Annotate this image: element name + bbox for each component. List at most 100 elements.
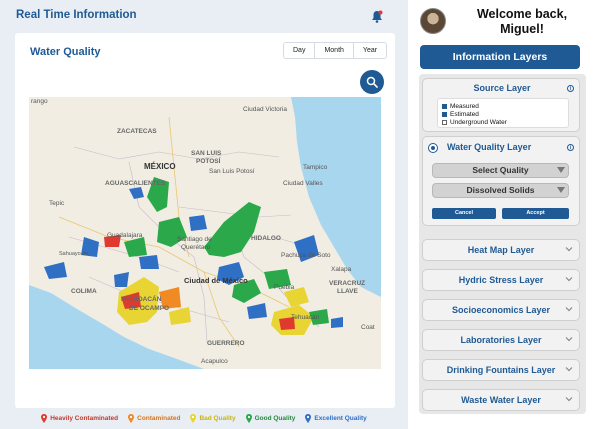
socioeconomics-layer[interactable]: Socioeconomics Layer — [422, 299, 580, 321]
source-option-measured[interactable]: Measured — [442, 102, 564, 110]
welcome-message: Welcome back, Miguel! — [452, 7, 592, 37]
map-label: MICHOACÁN — [121, 294, 162, 303]
layer-radio[interactable] — [428, 143, 438, 153]
parameter-dropdown[interactable]: Dissolved Solids — [432, 183, 569, 198]
drinking-fountains-layer[interactable]: Drinking Fountains Layer — [422, 359, 580, 381]
source-option-underground-water[interactable]: Underground Water — [442, 118, 564, 126]
waste-water-layer[interactable]: Waste Water Layer — [422, 389, 580, 411]
map-label: Ciudad de México — [184, 276, 248, 285]
water-quality-layer-title: Water Quality Layer — [447, 142, 532, 152]
map-label: Tehuacán — [291, 314, 320, 321]
map-label: GUERRERO — [207, 340, 245, 347]
map-label: San Luis Potosí — [209, 168, 255, 175]
map-search-button[interactable] — [360, 70, 384, 94]
source-layer-title: Source Layer — [473, 83, 531, 93]
source-option-estimated[interactable]: Estimated — [442, 110, 564, 118]
legend-label: Excellent Quality — [314, 415, 367, 422]
heat-map-layer[interactable]: Heat Map Layer — [422, 239, 580, 261]
map-legend: Heavily Contaminated Contaminated Bad Qu… — [0, 408, 408, 429]
notification-bell-icon[interactable] — [371, 10, 383, 23]
map-label: Tepic — [49, 200, 65, 207]
chevron-down-icon — [565, 307, 573, 312]
hydric-stress-layer[interactable]: Hydric Stress Layer — [422, 269, 580, 291]
legend-item-heavily-contaminated: Heavily Contaminated — [41, 414, 118, 423]
map-label: rango — [31, 98, 48, 105]
layer-label: Waste Water Layer — [461, 395, 541, 405]
user-name: Miguel! — [500, 22, 544, 36]
layer-label: Heat Map Layer — [467, 245, 535, 255]
map-label: Tampico — [303, 164, 328, 171]
legend-item-contaminated: Contaminated — [128, 414, 180, 423]
source-layer-box: Source Layer i Measured Estimated Underg… — [422, 78, 580, 132]
map-pin-icon — [41, 414, 48, 423]
map-label: HIDALGO — [251, 235, 281, 242]
right-panel: Welcome back, Miguel! Information Layers… — [408, 0, 600, 429]
map-label: Puebla — [274, 284, 295, 291]
chevron-down-icon — [565, 397, 573, 402]
cancel-button[interactable]: Cancel — [432, 208, 496, 219]
chevron-down-icon — [565, 277, 573, 282]
map-label: LLAVE — [337, 288, 358, 295]
checkbox[interactable] — [442, 111, 447, 117]
map-label: Guadalajara — [107, 232, 143, 239]
layer-label: Drinking Fountains Layer — [446, 365, 556, 375]
accept-button[interactable]: Accept — [502, 208, 569, 219]
checkbox[interactable] — [442, 103, 447, 109]
select-quality-dropdown[interactable]: Select Quality — [432, 163, 569, 178]
map-label: Sahuayo de — [59, 251, 88, 257]
map-label: Querétaro — [181, 244, 211, 251]
map-label: Xalapa — [331, 266, 352, 273]
chevron-down-icon — [565, 337, 573, 342]
welcome-line: Welcome back, — [476, 7, 568, 21]
water-quality-card: Water Quality Day Month Year rango Ciuda… — [15, 33, 395, 408]
map-label: SAN LUIS — [191, 150, 222, 157]
legend-item-excellent-quality: Excellent Quality — [305, 414, 367, 423]
search-icon — [366, 76, 378, 88]
map-label: MÉXICO — [144, 162, 176, 171]
map-label: Ciudad Victoria — [243, 106, 287, 113]
range-month-button[interactable]: Month — [315, 43, 354, 58]
map-pin-icon — [305, 414, 312, 423]
option-label: Estimated — [450, 110, 479, 118]
map-pin-icon — [190, 414, 197, 423]
avatar[interactable] — [420, 8, 446, 34]
layer-label: Hydric Stress Layer — [458, 275, 544, 285]
map-canvas: rango Ciudad Victoria ZACATECAS MÉXICO S… — [29, 97, 381, 369]
range-year-button[interactable]: Year — [353, 43, 387, 58]
map-label: DE OCAMPO — [129, 305, 169, 312]
layer-label: Laboratories Layer — [460, 335, 542, 345]
dropdown-value: Select Quality — [472, 165, 529, 175]
range-day-button[interactable]: Day — [284, 43, 316, 58]
map-label: VERACRUZ — [329, 280, 365, 287]
dropdown-arrow-icon — [557, 187, 565, 193]
map-pin-icon — [128, 414, 135, 423]
map-label: Pachuca de Soto — [281, 252, 331, 259]
time-range-selector: Day Month Year — [283, 42, 388, 59]
map-label: Santiago de — [177, 236, 212, 243]
left-panel: Real Time Information Water Quality Day … — [0, 0, 408, 429]
map-label: Ciudad Valles — [283, 180, 323, 187]
chevron-down-icon — [565, 367, 573, 372]
layer-label: Socioeconomics Layer — [451, 305, 551, 315]
card-title: Water Quality — [30, 46, 101, 58]
legend-label: Bad Quality — [199, 415, 236, 422]
layers-panel: Source Layer i Measured Estimated Underg… — [419, 74, 586, 414]
legend-item-good-quality: Good Quality — [245, 414, 295, 423]
map-label: Acapulco — [201, 358, 228, 365]
info-icon[interactable]: i — [567, 144, 574, 151]
dropdown-value: Dissolved Solids — [466, 185, 535, 195]
laboratories-layer[interactable]: Laboratories Layer — [422, 329, 580, 351]
legend-label: Contaminated — [137, 415, 181, 422]
information-layers-button[interactable]: Information Layers — [420, 45, 580, 69]
map-label: AGUASCALIENTES — [105, 180, 166, 187]
map-label: POTOSÍ — [196, 156, 221, 165]
info-icon[interactable]: i — [567, 85, 574, 92]
water-quality-map[interactable]: rango Ciudad Victoria ZACATECAS MÉXICO S… — [29, 97, 381, 369]
map-label: Coat — [361, 324, 375, 331]
chevron-down-icon — [565, 247, 573, 252]
map-label: COLIMA — [71, 288, 97, 295]
checkbox[interactable] — [442, 119, 447, 125]
map-label: ZACATECAS — [117, 128, 157, 135]
option-label: Underground Water — [450, 118, 507, 126]
page-title: Real Time Information — [16, 9, 137, 21]
